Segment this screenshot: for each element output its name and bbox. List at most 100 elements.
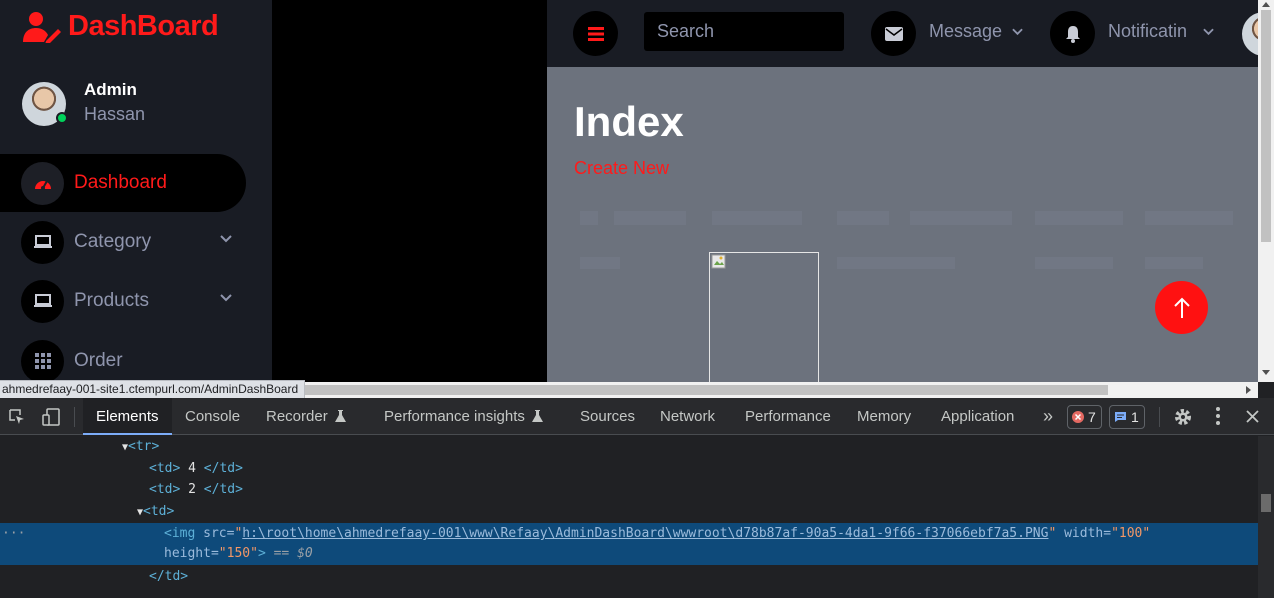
selected-dom-node[interactable]: ··· <img src="h:\root\home\ahmedrefaay-0… xyxy=(0,523,1258,565)
tag-open: <td> xyxy=(149,461,181,476)
message-label[interactable]: Message xyxy=(929,21,1002,42)
selected-marker: == $0 xyxy=(273,546,313,561)
main-content: Index Create New xyxy=(547,67,1258,382)
table-header-cell xyxy=(614,211,686,225)
img-node-line: <img src="h:\root\home\ahmedrefaay-001\w… xyxy=(164,526,1151,541)
table-cell xyxy=(1145,257,1203,269)
close-icon[interactable] xyxy=(1246,410,1259,423)
tab-network[interactable]: Network xyxy=(647,398,728,435)
scrollbar-thumb[interactable] xyxy=(1261,10,1271,242)
sidebar-item-label: Category xyxy=(74,231,152,252)
tag-close: </td> xyxy=(203,461,243,476)
scroll-right-arrow-icon xyxy=(1246,386,1251,394)
tab-memory[interactable]: Memory xyxy=(844,398,924,435)
chevron-down-icon xyxy=(1012,28,1023,36)
scroll-to-top-button[interactable] xyxy=(1155,281,1208,334)
tab-application[interactable]: Application xyxy=(928,398,1027,435)
inspect-element-icon[interactable] xyxy=(8,408,26,426)
sidebar-item-category[interactable]: Category xyxy=(0,213,246,271)
notification-label[interactable]: Notificatin xyxy=(1108,21,1187,42)
message-icon xyxy=(1115,412,1126,422)
flask-icon xyxy=(334,410,346,422)
sidebar-item-order[interactable]: Order xyxy=(0,332,246,382)
tab-performance-insights[interactable]: Performance insights xyxy=(371,398,555,435)
create-new-link[interactable]: Create New xyxy=(574,158,669,179)
sidebar-item-label: Dashboard xyxy=(74,172,167,193)
sidebar-item-dashboard[interactable]: Dashboard xyxy=(0,154,246,212)
tab-elements[interactable]: Elements xyxy=(83,398,172,435)
table-cell xyxy=(1035,257,1113,269)
scrollbar-thumb[interactable] xyxy=(1261,494,1271,512)
tab-recorder[interactable]: Recorder xyxy=(253,398,358,435)
message-count-badge[interactable]: 1 xyxy=(1109,405,1145,429)
more-options-icon[interactable] xyxy=(1216,407,1220,425)
error-count-badge[interactable]: 7 xyxy=(1067,405,1102,429)
tag-text: <td> xyxy=(143,504,175,519)
grid-icon xyxy=(21,339,64,382)
td-value: 4 xyxy=(180,461,204,476)
sidebar-item-products[interactable]: Products xyxy=(0,272,246,330)
message-count: 1 xyxy=(1131,409,1139,425)
online-status-dot xyxy=(56,112,68,124)
table-header-cell xyxy=(1145,211,1233,225)
arrow-up-icon xyxy=(1173,297,1190,318)
table-header-cell xyxy=(580,211,598,225)
device-toolbar-icon[interactable] xyxy=(41,407,61,427)
scroll-up-arrow-icon xyxy=(1262,2,1270,7)
dom-node-td[interactable]: <td> 2 </td> xyxy=(149,479,243,501)
sidebar-item-label: Products xyxy=(74,290,149,311)
dom-node-td[interactable]: ▼<td> xyxy=(137,501,174,523)
chevron-down-icon xyxy=(1203,28,1214,36)
tab-label: Performance insights xyxy=(384,408,525,425)
img-height-value: "150" xyxy=(218,546,258,561)
notification-button[interactable] xyxy=(1050,11,1095,56)
tag-close: </td> xyxy=(203,482,243,497)
status-bar-url: ahmedrefaay-001-site1.ctempurl.com/Admin… xyxy=(0,380,306,399)
more-tabs-button[interactable]: » xyxy=(1030,398,1066,435)
profile-name: Admin xyxy=(84,80,137,99)
gear-icon[interactable] xyxy=(1173,407,1193,427)
laptop-icon xyxy=(21,279,64,323)
profile-subtitle: Hassan xyxy=(84,104,146,124)
tab-console[interactable]: Console xyxy=(172,398,253,435)
node-actions-icon[interactable]: ··· xyxy=(2,523,25,545)
page-vertical-scrollbar[interactable] xyxy=(1258,0,1274,382)
devtools-panel: Elements Console Recorder Performance in… xyxy=(0,398,1274,598)
devtools-scrollbar[interactable] xyxy=(1258,436,1274,598)
toolbar-divider xyxy=(74,407,75,427)
brand-logo[interactable]: DashBoard xyxy=(22,10,219,43)
sidebar: DashBoard Admin Hassan Dashboard Categor… xyxy=(0,0,272,382)
browser-viewport: DashBoard Admin Hassan Dashboard Categor… xyxy=(0,0,1274,382)
message-button[interactable] xyxy=(871,11,916,56)
dom-node-td-close[interactable]: </td> xyxy=(149,566,188,588)
tag-text: <tr> xyxy=(128,439,160,454)
table-cell xyxy=(580,257,620,269)
tab-performance[interactable]: Performance xyxy=(732,398,844,435)
dom-node-td[interactable]: <td> 4 </td> xyxy=(149,458,243,480)
bell-icon xyxy=(1065,25,1080,43)
img-width-value: "100" xyxy=(1111,526,1151,541)
search-input[interactable] xyxy=(644,12,844,51)
devtools-toolbar: Elements Console Recorder Performance in… xyxy=(0,398,1274,435)
tab-label: Recorder xyxy=(266,408,328,425)
scroll-down-arrow-icon xyxy=(1262,370,1270,375)
toolbar-divider xyxy=(1159,407,1160,427)
table-header-cell xyxy=(712,211,802,225)
table-header-cell xyxy=(1035,211,1123,225)
avatar xyxy=(22,82,68,126)
elements-tree[interactable]: ▼<tr> <td> 4 </td> <td> 2 </td> ▼<td> ··… xyxy=(0,436,1258,598)
laptop-icon xyxy=(21,220,64,264)
scrollbar-thumb[interactable] xyxy=(300,385,1108,395)
td-value: 2 xyxy=(180,482,204,497)
menu-toggle-button[interactable] xyxy=(573,11,618,56)
speedometer-icon xyxy=(21,161,64,205)
error-count: 7 xyxy=(1088,409,1096,425)
img-src-link[interactable]: h:\root\home\ahmedrefaay-001\www\Refaay\… xyxy=(242,526,1048,541)
tab-sources[interactable]: Sources xyxy=(567,398,648,435)
page-title: Index xyxy=(574,98,684,145)
user-edit-icon xyxy=(23,11,61,43)
dom-node-tr[interactable]: ▼<tr> xyxy=(122,436,159,458)
profile[interactable]: Admin Hassan xyxy=(22,80,252,130)
table-header-cell xyxy=(837,211,889,225)
top-navbar: Message Notificatin xyxy=(547,0,1274,67)
